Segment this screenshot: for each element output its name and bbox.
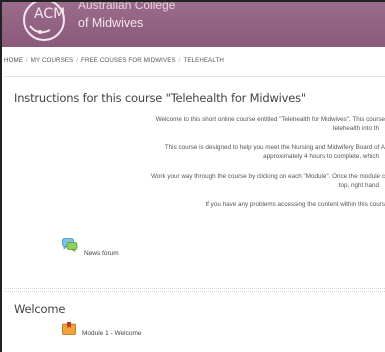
breadcrumb-free-courses[interactable]: FREE COUSES FOR MIDWIVES	[81, 57, 176, 64]
welcome-section-title: Welcome	[14, 302, 66, 316]
design-paragraph-line-2: approximately 4 hours to complete, which	[263, 153, 379, 160]
news-forum-link[interactable]: News forum	[84, 250, 119, 257]
brand-name[interactable]: Australian College of Midwives	[78, 2, 175, 30]
logo-text: ACM	[34, 6, 65, 22]
intro-paragraph-line-1: Welcome to this short online course enti…	[155, 116, 385, 123]
brand-line-1: Australian College	[78, 2, 176, 12]
breadcrumb-my-courses[interactable]: MY COURSES	[31, 57, 74, 64]
navigation-paragraph-line-2: top, right hand	[338, 182, 379, 189]
brand-line-2: of Midwives	[78, 16, 144, 30]
breadcrumb-separator: /	[178, 57, 181, 64]
forum-speech-bubble-icon[interactable]	[62, 238, 78, 252]
breadcrumb-telehealth[interactable]: TELEHEALTH	[184, 57, 224, 64]
breadcrumb-separator: /	[76, 57, 79, 64]
support-paragraph: If you have any problems accessing the c…	[205, 201, 385, 208]
intro-paragraph-line-2: telehealth into th	[332, 125, 379, 132]
site-header: ACM Australian College of Midwives	[2, 2, 385, 47]
browser-frame: ACM Australian College of Midwives HOME /…	[0, 0, 385, 352]
module-book-icon[interactable]	[62, 322, 76, 335]
navigation-paragraph-line-1: Work your way through the course by clic…	[151, 173, 385, 180]
college-logo-icon[interactable]: ACM	[20, 2, 68, 44]
breadcrumb: HOME / MY COURSES / FREE COUSES FOR MIDWIVES…	[4, 57, 385, 77]
module-1-welcome-link[interactable]: Module 1 - Welcome	[82, 330, 142, 337]
breadcrumb-separator: /	[25, 57, 28, 64]
course-instructions-title: Instructions for this course "Telehealth…	[14, 91, 307, 105]
section-divider	[4, 288, 385, 292]
design-paragraph-line-1: This course is designed to help you meet…	[164, 144, 385, 151]
breadcrumb-home[interactable]: HOME	[4, 57, 23, 64]
